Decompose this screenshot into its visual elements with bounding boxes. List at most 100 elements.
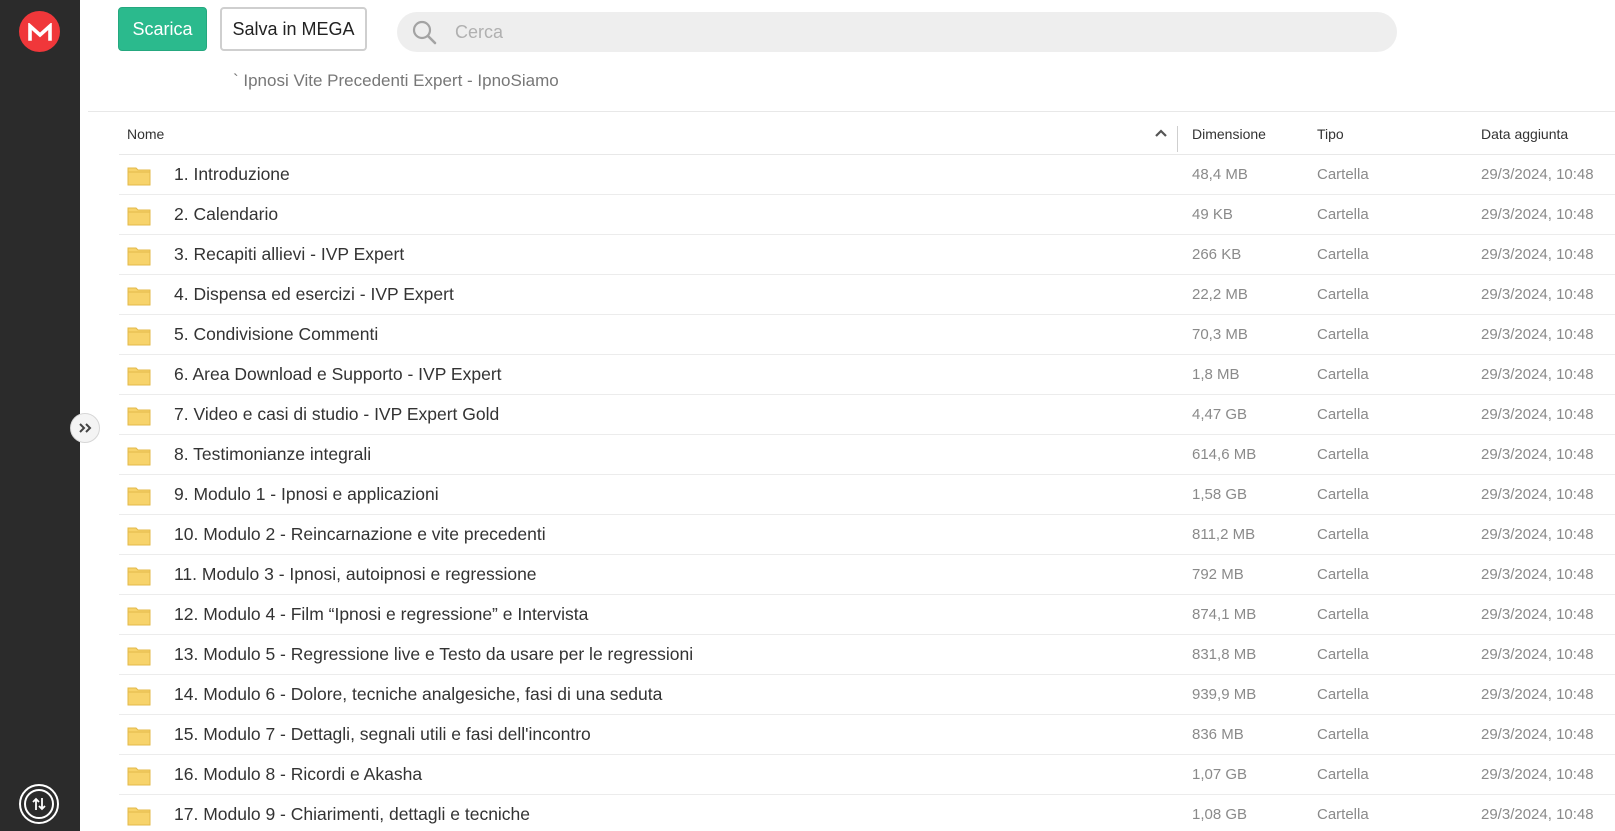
folder-name: 13. Modulo 5 - Regressione live e Testo … bbox=[174, 644, 694, 664]
folder-icon bbox=[127, 407, 151, 426]
folder-type: Cartella bbox=[1317, 806, 1369, 823]
folder-icon bbox=[127, 247, 151, 266]
folder-date-added: 29/3/2024, 10:48 bbox=[1481, 366, 1594, 383]
table-row[interactable]: 9. Modulo 1 - Ipnosi e applicazioni 1,58 … bbox=[119, 475, 1615, 515]
folder-size: 70,3 MB bbox=[1192, 326, 1248, 343]
table-row[interactable]: 11. Modulo 3 - Ipnosi, autoipnosi e regr… bbox=[119, 555, 1615, 595]
table-row[interactable]: 13. Modulo 5 - Regressione live e Testo … bbox=[119, 635, 1615, 675]
folder-icon bbox=[127, 607, 151, 626]
table-row[interactable]: 17. Modulo 9 - Chiarimenti, dettagli e t… bbox=[119, 795, 1615, 831]
table-row[interactable]: 3. Recapiti allievi - IVP Expert 266 KB Ca… bbox=[119, 235, 1615, 275]
folder-size: 792 MB bbox=[1192, 566, 1244, 583]
folder-name: 12. Modulo 4 - Film “Ipnosi e regression… bbox=[174, 604, 589, 624]
folder-icon bbox=[127, 367, 151, 386]
folder-size: 266 KB bbox=[1192, 246, 1242, 263]
folder-name: 15. Modulo 7 - Dettagli, segnali utili e… bbox=[174, 724, 591, 744]
folder-size: 48,4 MB bbox=[1192, 166, 1248, 183]
folder-type: Cartella bbox=[1317, 526, 1369, 543]
folder-type: Cartella bbox=[1317, 446, 1369, 463]
folder-date-added: 29/3/2024, 10:48 bbox=[1481, 526, 1594, 543]
mega-folder-view: Scarica Salva in MEGA ` Ipnosi Vite Prec… bbox=[0, 0, 1615, 831]
folder-icon bbox=[127, 727, 151, 746]
table-row[interactable]: 16. Modulo 8 - Ricordi e Akasha 1,07 GB Ca… bbox=[119, 755, 1615, 795]
left-rail bbox=[0, 0, 80, 831]
folder-name: 11. Modulo 3 - Ipnosi, autoipnosi e regr… bbox=[174, 564, 537, 584]
folder-name: 10. Modulo 2 - Reincarnazione e vite pre… bbox=[174, 524, 546, 544]
chevron-up-icon[interactable] bbox=[1153, 126, 1169, 142]
folder-name: 1. Introduzione bbox=[174, 164, 290, 184]
column-header-name[interactable]: Nome bbox=[127, 126, 164, 142]
table-row[interactable]: 4. Dispensa ed esercizi - IVP Expert 22,2… bbox=[119, 275, 1615, 315]
folder-icon bbox=[127, 207, 151, 226]
folder-name: 2. Calendario bbox=[174, 204, 279, 224]
folder-size: 811,2 MB bbox=[1192, 526, 1256, 543]
folder-icon bbox=[127, 687, 151, 706]
folder-size: 1,8 MB bbox=[1192, 366, 1240, 383]
folder-type: Cartella bbox=[1317, 366, 1369, 383]
folder-date-added: 29/3/2024, 10:48 bbox=[1481, 286, 1594, 303]
table-row[interactable]: 14. Modulo 6 - Dolore, tecniche analgesi… bbox=[119, 675, 1615, 715]
folder-icon bbox=[127, 767, 151, 786]
save-to-mega-button[interactable]: Salva in MEGA bbox=[220, 7, 367, 51]
folder-type: Cartella bbox=[1317, 406, 1369, 423]
header-divider bbox=[88, 111, 1615, 112]
folder-name: 6. Area Download e Supporto - IVP Expert bbox=[174, 364, 502, 384]
folder-icon bbox=[127, 487, 151, 506]
folder-type: Cartella bbox=[1317, 766, 1369, 783]
chevron-double-right-icon[interactable] bbox=[70, 413, 100, 443]
folder-icon bbox=[127, 447, 151, 466]
table-row[interactable]: 12. Modulo 4 - Film “Ipnosi e regression… bbox=[119, 595, 1615, 635]
folder-date-added: 29/3/2024, 10:48 bbox=[1481, 326, 1594, 343]
table-row[interactable]: 10. Modulo 2 - Reincarnazione e vite pre… bbox=[119, 515, 1615, 555]
folder-type: Cartella bbox=[1317, 646, 1369, 663]
table-body: 1. Introduzione 48,4 MB Cartella 29/3/2024,… bbox=[119, 155, 1615, 831]
folder-date-added: 29/3/2024, 10:48 bbox=[1481, 686, 1594, 703]
folder-date-added: 29/3/2024, 10:48 bbox=[1481, 806, 1594, 823]
column-header-size[interactable]: Dimensione bbox=[1192, 126, 1266, 142]
download-button[interactable]: Scarica bbox=[118, 7, 207, 51]
table-row[interactable]: 7. Video e casi di studio - IVP Expert G… bbox=[119, 395, 1615, 435]
column-header-date[interactable]: Data aggiunta bbox=[1481, 126, 1568, 142]
table-row[interactable]: 6. Area Download e Supporto - IVP Expert… bbox=[119, 355, 1615, 395]
mega-logo-icon[interactable] bbox=[19, 11, 60, 52]
folder-size: 831,8 MB bbox=[1192, 646, 1257, 663]
folder-size: 614,6 MB bbox=[1192, 446, 1257, 463]
table-row[interactable]: 8. Testimonianze integrali 614,6 MB Cartel… bbox=[119, 435, 1615, 475]
folder-date-added: 29/3/2024, 10:48 bbox=[1481, 486, 1594, 503]
folder-size: 4,47 GB bbox=[1192, 406, 1248, 423]
folder-date-added: 29/3/2024, 10:48 bbox=[1481, 446, 1594, 463]
folder-icon bbox=[127, 327, 151, 346]
folder-icon bbox=[127, 527, 151, 546]
folder-icon bbox=[127, 807, 151, 826]
folder-name: 3. Recapiti allievi - IVP Expert bbox=[174, 244, 405, 264]
folder-size: 1,07 GB bbox=[1192, 766, 1248, 783]
folder-type: Cartella bbox=[1317, 206, 1369, 223]
folder-type: Cartella bbox=[1317, 486, 1369, 503]
column-header-type[interactable]: Tipo bbox=[1317, 126, 1344, 142]
folder-date-added: 29/3/2024, 10:48 bbox=[1481, 606, 1594, 623]
folder-type: Cartella bbox=[1317, 606, 1369, 623]
column-separator[interactable] bbox=[1177, 126, 1178, 152]
folder-name: 4. Dispensa ed esercizi - IVP Expert bbox=[174, 284, 454, 304]
folder-date-added: 29/3/2024, 10:48 bbox=[1481, 166, 1594, 183]
breadcrumb[interactable]: ` Ipnosi Vite Precedenti Expert - IpnoSi… bbox=[233, 71, 559, 91]
table-row[interactable]: 2. Calendario 49 KB Cartella 29/3/2024, 10:… bbox=[119, 195, 1615, 235]
search-bar[interactable] bbox=[397, 12, 1397, 52]
file-table: Nome Dimensione Tipo Data aggiunta 1. In… bbox=[119, 114, 1615, 831]
folder-size: 49 KB bbox=[1192, 206, 1233, 223]
search-input[interactable] bbox=[455, 21, 1355, 43]
folder-name: 17. Modulo 9 - Chiarimenti, dettagli e t… bbox=[174, 804, 531, 824]
folder-type: Cartella bbox=[1317, 686, 1369, 703]
folder-icon bbox=[127, 567, 151, 586]
table-row[interactable]: 15. Modulo 7 - Dettagli, segnali utili e… bbox=[119, 715, 1615, 755]
folder-icon bbox=[127, 167, 151, 186]
table-row[interactable]: 5. Condivisione Commenti 70,3 MB Cartella 2… bbox=[119, 315, 1615, 355]
folder-date-added: 29/3/2024, 10:48 bbox=[1481, 246, 1594, 263]
folder-icon bbox=[127, 647, 151, 666]
folder-name: 16. Modulo 8 - Ricordi e Akasha bbox=[174, 764, 423, 784]
transfer-arrows-icon[interactable] bbox=[19, 784, 59, 824]
folder-size: 1,08 GB bbox=[1192, 806, 1248, 823]
folder-date-added: 29/3/2024, 10:48 bbox=[1481, 566, 1594, 583]
folder-name: 7. Video e casi di studio - IVP Expert G… bbox=[174, 404, 500, 424]
table-row[interactable]: 1. Introduzione 48,4 MB Cartella 29/3/2024,… bbox=[119, 155, 1615, 195]
